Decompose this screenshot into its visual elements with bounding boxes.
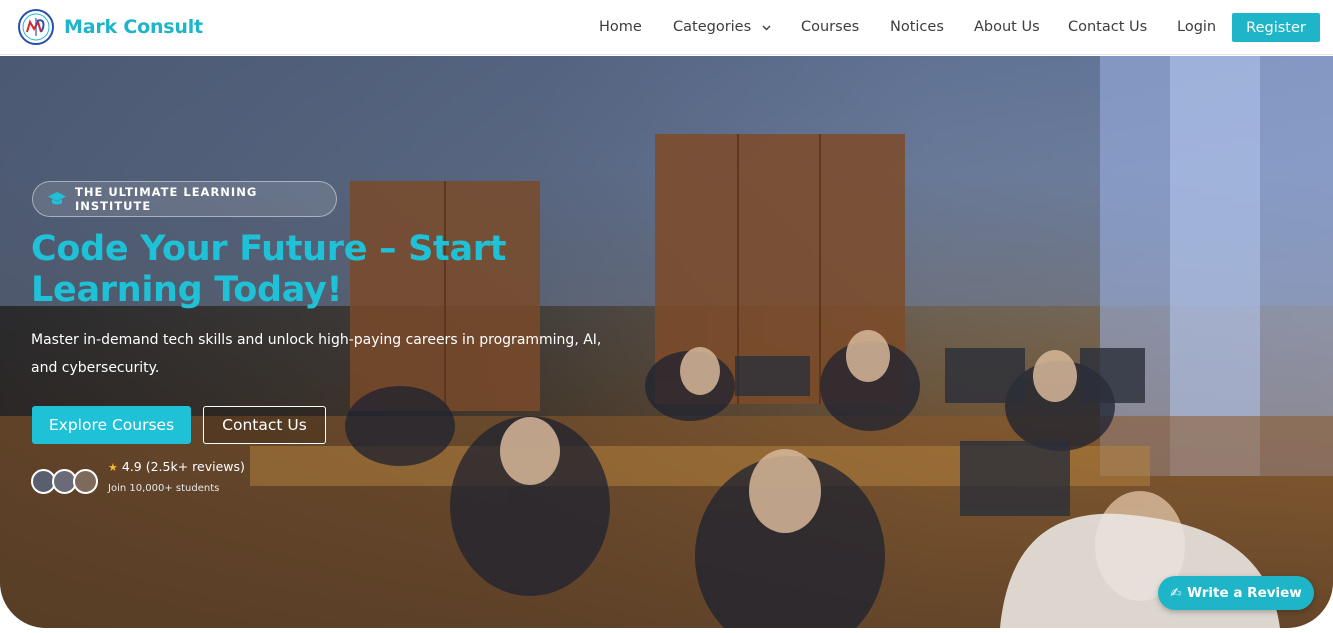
student-avatars (31, 469, 101, 495)
graduation-cap-icon (47, 191, 67, 207)
nav-about-us[interactable]: About Us (974, 17, 1040, 37)
nav-notices[interactable]: Notices (890, 17, 944, 37)
write-review-label: Write a Review (1187, 585, 1302, 601)
institute-badge: THE ULTIMATE LEARNING INSTITUTE (32, 181, 337, 217)
hero-title: Code Your Future – Start Learning Today! (31, 229, 507, 310)
nav-login[interactable]: Login (1177, 17, 1216, 37)
write-review-button[interactable]: ✍ Write a Review (1158, 576, 1314, 610)
star-icon: ★ (108, 461, 118, 474)
hero-section: THE ULTIMATE LEARNING INSTITUTE Code You… (0, 56, 1333, 628)
main-nav: Home Categories Courses Notices About Us… (0, 0, 1333, 55)
join-text: Join 10,000+ students (108, 483, 220, 494)
explore-courses-button[interactable]: Explore Courses (32, 406, 191, 444)
rating: ★ 4.9 (2.5k+ reviews) (108, 459, 245, 474)
chevron-down-icon (762, 17, 771, 37)
nav-contact-us[interactable]: Contact Us (1068, 17, 1147, 37)
navbar: Mark Consult Home Categories Courses Not… (0, 0, 1333, 55)
nav-categories[interactable]: Categories (673, 17, 771, 37)
avatar (73, 469, 98, 494)
register-button[interactable]: Register (1232, 13, 1320, 42)
rating-text: 4.9 (2.5k+ reviews) (121, 459, 245, 474)
nav-courses[interactable]: Courses (801, 17, 859, 37)
nav-home[interactable]: Home (599, 17, 642, 37)
contact-us-button[interactable]: Contact Us (203, 406, 326, 444)
pen-icon: ✍ (1170, 585, 1182, 601)
hero-subtitle: Master in-demand tech skills and unlock … (31, 332, 602, 376)
nav-categories-label: Categories (673, 19, 752, 35)
badge-text: THE ULTIMATE LEARNING INSTITUTE (75, 185, 258, 213)
